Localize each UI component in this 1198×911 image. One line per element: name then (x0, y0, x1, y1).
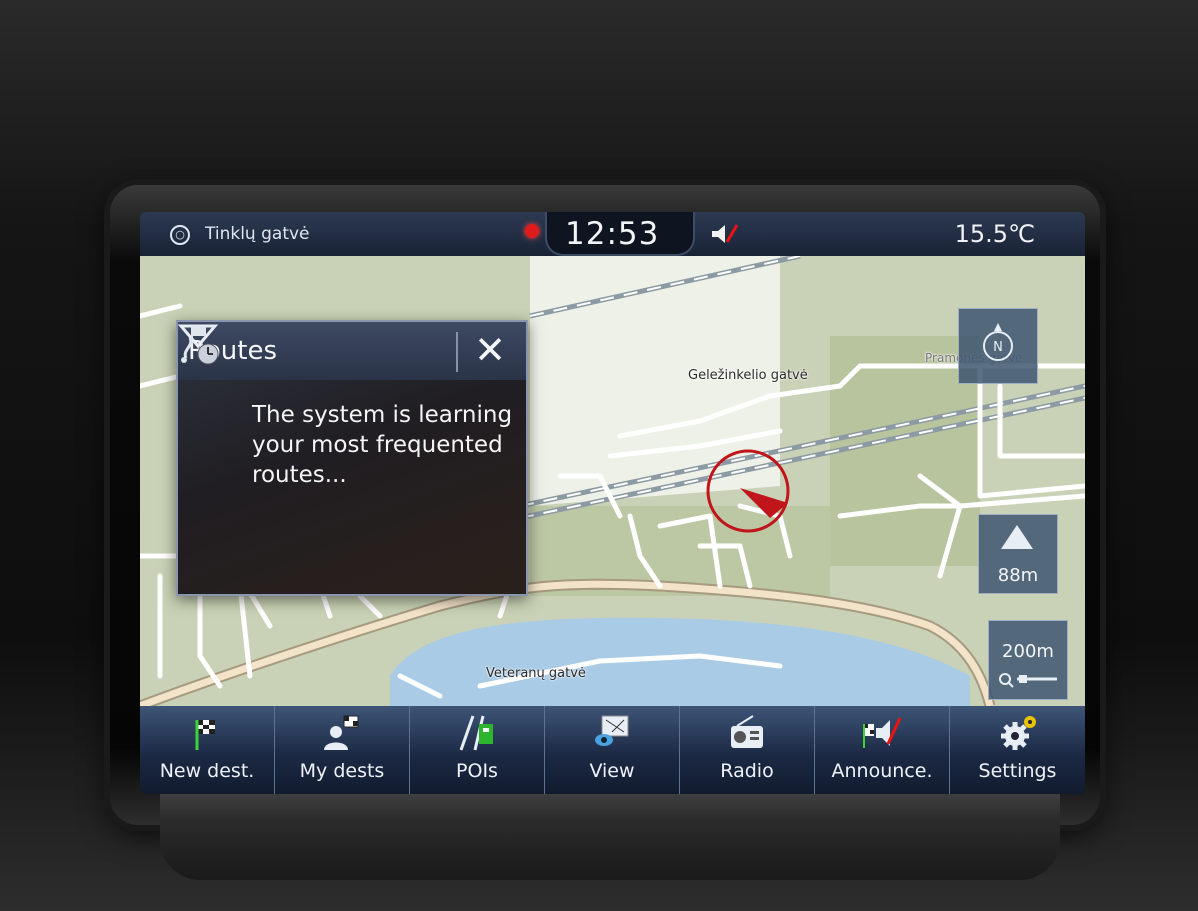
speaker-muted-icon (712, 224, 738, 243)
gear-icon (1000, 716, 1036, 750)
status-bar: ○ Tinklų gatvė 12:53 15.5℃ (140, 212, 1085, 256)
nav-radio-button[interactable]: Radio (680, 706, 815, 794)
scale-value: 200m (1002, 641, 1054, 662)
current-street: Tinklų gatvė (205, 224, 310, 244)
mountain-icon (1001, 525, 1033, 549)
outside-temperature: 15.5℃ (954, 220, 1035, 248)
zoom-slider-icon (999, 673, 1057, 688)
routes-popup: Routes ✕ The system is learning your mos… (176, 320, 528, 596)
nav-label: POIs (456, 760, 498, 782)
announce-icon (863, 717, 902, 748)
street-label-veteranu: Veteranų gatvė (486, 666, 586, 681)
lake (390, 617, 970, 706)
nav-label: Radio (720, 760, 774, 782)
navigation-status-icon[interactable]: ○ (170, 225, 190, 245)
nav-settings-button[interactable]: Settings (950, 706, 1085, 794)
checkered-flag-icon (195, 720, 215, 750)
view-icon (595, 715, 629, 746)
nav-pois-button[interactable]: POIs (410, 706, 545, 794)
close-icon[interactable]: ✕ (468, 330, 512, 374)
nav-view-button[interactable]: View (545, 706, 680, 794)
bottom-navigation-bar: New dest. My dests POIs View Radio Annou… (140, 706, 1085, 794)
person-flag-icon (324, 715, 359, 750)
street-label-gelezinkelio: Geležinkelio gatvė (688, 368, 808, 383)
poi-icon (459, 715, 493, 751)
navigation-map[interactable]: Geležinkelio gatvė Pramonės gatvė Vetera… (140, 256, 1085, 706)
radio-icon (731, 715, 763, 748)
route-learning-icon (181, 326, 219, 365)
nav-label: View (589, 760, 635, 782)
compass-north-icon: N (983, 323, 1013, 361)
routes-popup-header: Routes ✕ (178, 322, 526, 380)
nav-label: Settings (978, 760, 1057, 782)
zoom-scale-button[interactable]: 200m (988, 620, 1068, 700)
north-orientation-button[interactable]: N (958, 308, 1038, 384)
nav-label: Announce. (831, 760, 933, 782)
infotainment-screen: ○ Tinklų gatvė 12:53 15.5℃ Geležinkelio … (140, 212, 1085, 794)
svg-text:N: N (993, 340, 1003, 355)
routes-message: The system is learning your most frequen… (252, 402, 513, 488)
altitude-value: 88m (997, 565, 1039, 586)
recording-indicator-icon (525, 224, 539, 238)
clock: 12:53 (565, 216, 660, 252)
header-divider (456, 332, 458, 372)
nav-my-dests-button[interactable]: My dests (275, 706, 410, 794)
nav-new-dest-button[interactable]: New dest. (140, 706, 275, 794)
dashboard-trim (160, 780, 1060, 880)
nav-announce-button[interactable]: Announce. (815, 706, 950, 794)
nav-label: New dest. (159, 760, 255, 782)
nav-label: My dests (299, 760, 385, 782)
altitude-display[interactable]: 88m (978, 514, 1058, 594)
